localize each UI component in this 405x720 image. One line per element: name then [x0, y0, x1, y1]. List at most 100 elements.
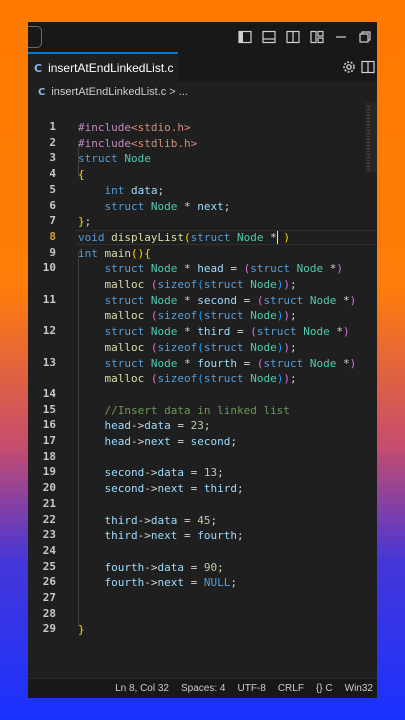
code-line: malloc (sizeof(struct Node)); — [78, 340, 297, 355]
code-line: malloc (sizeof(struct Node)); — [78, 371, 297, 386]
line-number: 9 — [49, 245, 56, 259]
code-line: { — [78, 167, 85, 182]
split-editor-icon[interactable] — [361, 52, 377, 82]
status-platform[interactable]: Win32 — [345, 683, 373, 694]
status-cursor-position[interactable]: Ln 8, Col 32 — [115, 683, 169, 694]
line-number: 16 — [42, 418, 56, 432]
code-token: struct — [190, 230, 231, 244]
code-token: void — [78, 230, 105, 244]
code-token: struct — [104, 262, 145, 276]
line-number: 15 — [42, 402, 56, 416]
line-number: 6 — [49, 198, 56, 212]
code-token: sizeof — [157, 340, 198, 354]
code-token: } — [78, 623, 85, 637]
code-token: struct — [203, 278, 244, 291]
breadcrumb-symbol[interactable]: ... — [179, 86, 188, 98]
code-token: head — [104, 435, 132, 448]
code-token: ) — [283, 372, 290, 386]
minimap-line — [367, 139, 370, 140]
c-language-icon: C — [38, 86, 46, 98]
breadcrumb-file[interactable]: insertAtEndLinkedList.c — [51, 86, 166, 98]
minimap-line — [367, 166, 370, 167]
code-token: Node — [150, 356, 178, 370]
code-token: head — [197, 262, 224, 276]
code-token: //Insert data in linked list — [104, 403, 290, 417]
code-token: * — [323, 262, 337, 276]
code-token: second — [190, 435, 231, 448]
code-token: { — [78, 168, 85, 182]
code-token: ; — [84, 215, 92, 229]
code-line: struct Node * head = (struct Node *) — [78, 261, 344, 276]
code-token: data — [131, 183, 158, 197]
settings-icon[interactable] — [337, 52, 361, 82]
minimap-line — [367, 115, 370, 116]
code-line: } — [78, 622, 85, 637]
code-line: malloc (sizeof(struct Node)); — [78, 308, 297, 323]
code-token: struct — [104, 325, 145, 339]
line-number: 26 — [42, 575, 56, 589]
line-number: 20 — [42, 481, 56, 495]
code-token: * — [177, 293, 198, 307]
c-language-icon: C — [34, 61, 43, 75]
code-line: #include<stdlib.h> — [78, 136, 197, 151]
code-token: 90 — [203, 560, 218, 574]
toggle-primary-sidebar-icon[interactable] — [233, 22, 257, 52]
code-token: ) — [283, 309, 290, 323]
status-eol[interactable]: CRLF — [278, 683, 304, 694]
line-number: 3 — [49, 151, 56, 165]
status-encoding[interactable]: UTF-8 — [237, 683, 265, 694]
line-number: 5 — [49, 182, 56, 196]
line-number: 4 — [49, 167, 56, 181]
line-number: 25 — [42, 559, 56, 573]
code-token: ) — [283, 340, 290, 354]
code-token: ( — [197, 309, 204, 323]
code-token: = — [184, 466, 204, 480]
toggle-secondary-sidebar-icon[interactable] — [281, 22, 305, 52]
code-token: main — [104, 246, 132, 260]
line-number: 19 — [42, 465, 56, 479]
code-token: Node — [309, 356, 337, 370]
code-token: struct — [263, 293, 304, 307]
minimap[interactable] — [365, 102, 377, 172]
code-token: ; — [230, 576, 237, 590]
minimap-line — [367, 133, 370, 134]
minimap-line — [367, 109, 370, 110]
line-number: 23 — [42, 528, 56, 542]
minimize-icon[interactable] — [329, 22, 353, 52]
code-token: = — [230, 325, 251, 339]
customize-layout-icon[interactable] — [305, 22, 329, 52]
status-language[interactable]: {} C — [316, 683, 333, 694]
minimap-line — [367, 157, 370, 158]
code-token: data — [157, 560, 185, 574]
code-token: Node — [296, 262, 324, 276]
code-token: fourth — [197, 356, 237, 370]
code-token: struct — [203, 340, 244, 354]
code-editor[interactable]: 1 2 3 4 5 6 7 8 9 10 11 12 13 14 15 16 17 18 19 20 21 22 23 24 2… — [28, 102, 377, 682]
minimap-line — [367, 118, 370, 119]
restore-icon[interactable] — [353, 22, 377, 52]
minimap-line — [367, 154, 370, 155]
code-token: = — [184, 482, 204, 496]
code-token: ; — [290, 309, 297, 323]
code-token: <stdio.h> — [130, 121, 191, 134]
code-token: = — [177, 529, 198, 543]
code-token: malloc — [104, 372, 145, 386]
line-number: 18 — [42, 449, 56, 463]
command-center-search[interactable] — [28, 26, 42, 48]
code-token: int — [78, 246, 98, 260]
tab-insert-at-end-linked-list[interactable]: C insertAtEndLinkedList.c — [28, 52, 178, 82]
code-token: ( — [250, 325, 257, 339]
toggle-panel-icon[interactable] — [257, 22, 281, 52]
status-indentation[interactable]: Spaces: 4 — [181, 683, 225, 694]
code-token: ; — [217, 466, 224, 480]
code-token: struct — [203, 372, 244, 386]
minimap-line — [367, 148, 370, 149]
code-token: = — [177, 513, 198, 527]
